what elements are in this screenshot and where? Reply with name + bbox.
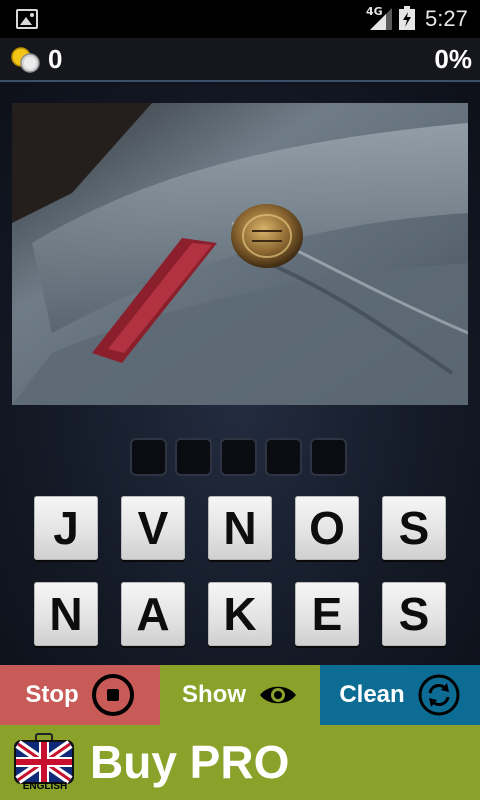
puzzle-image [12,103,468,405]
coin-count: 0 [48,44,63,74]
letter-row: N A K E S [34,582,454,646]
answer-slot[interactable] [220,438,257,476]
answer-slots [130,438,347,478]
buy-pro-banner[interactable]: ENGLISH Buy PRO [0,725,480,800]
letter-tile[interactable]: J [34,496,98,560]
letter-tile[interactable]: O [295,496,359,560]
refresh-icon [418,674,460,716]
letter-tile[interactable]: V [121,496,185,560]
buy-pro-label: Buy PRO [90,736,290,788]
eye-icon [260,686,296,704]
letter-tile[interactable]: A [121,582,185,646]
answer-slot[interactable] [310,438,347,476]
signal-icon [370,8,392,30]
stop-button[interactable]: Stop [0,665,160,725]
answer-slot[interactable] [130,438,167,476]
score-bar: 0 0% [0,38,480,82]
status-bar: 4G 5:27 [0,0,480,38]
letter-tile[interactable]: S [382,496,446,560]
stop-label: Stop [25,681,79,708]
letter-tile[interactable]: S [382,582,446,646]
action-bar: Stop Show Clean [0,665,480,725]
letter-tile[interactable]: K [208,582,272,646]
clean-label: Clean [339,681,405,708]
game-area: J V N O S N A K E S [0,84,480,665]
letter-tile[interactable]: N [34,582,98,646]
show-button[interactable]: Show [160,665,320,725]
letter-tile[interactable]: N [208,496,272,560]
stop-icon [91,674,134,716]
show-label: Show [182,681,246,708]
image-notification-icon [16,9,38,29]
answer-slot[interactable] [175,438,212,476]
answer-slot[interactable] [265,438,302,476]
letter-tile[interactable]: E [295,582,359,646]
battery-charging-icon [399,6,415,30]
language-label: ENGLISH [22,781,68,792]
progress-percent: 0% [434,44,472,74]
clean-button[interactable]: Clean [320,665,480,725]
letter-row: J V N O S [34,496,454,560]
letter-tiles: J V N O S N A K E S [34,496,454,668]
coins-icon [11,47,40,73]
clock: 5:27 [425,6,468,31]
